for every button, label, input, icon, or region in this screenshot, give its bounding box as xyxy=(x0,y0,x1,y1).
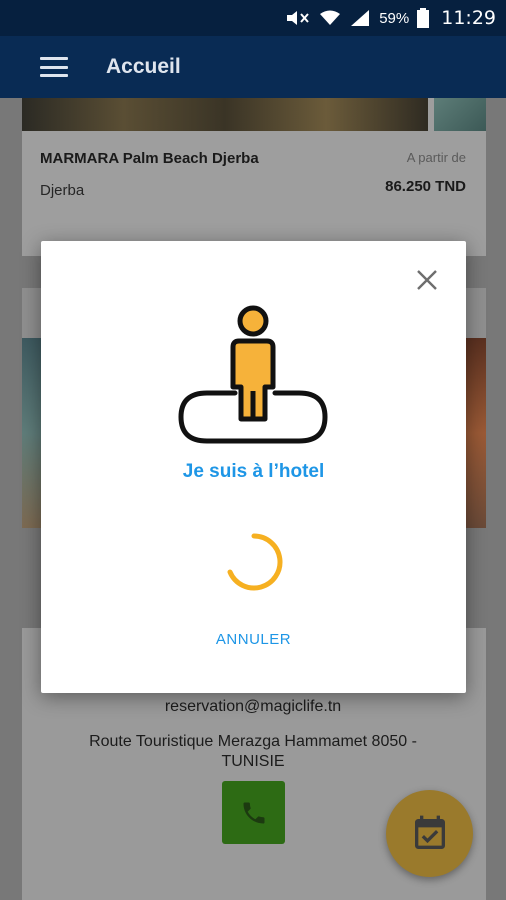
wifi-icon xyxy=(320,10,341,25)
hotel-image-left xyxy=(22,338,42,528)
battery-percent: 59% xyxy=(379,9,410,27)
hotel-city: Djerba xyxy=(40,182,85,199)
hotel-image xyxy=(22,98,428,131)
contact-email[interactable]: reservation@magiclife.tn xyxy=(0,698,506,716)
hotel-checkin-dialog: Je suis à l’hotel ANNULER xyxy=(41,241,466,693)
hotel-name: MARMARA Palm Beach Djerba xyxy=(40,150,259,167)
battery-icon xyxy=(417,8,430,28)
hotel-price: 86.250 TND xyxy=(385,178,466,195)
reservation-fab-button[interactable] xyxy=(386,790,473,877)
person-at-hotel-icon xyxy=(178,305,328,444)
hotel-image-right xyxy=(466,338,486,528)
hamburger-menu-icon[interactable] xyxy=(40,57,68,77)
page-title: Accueil xyxy=(106,55,181,78)
close-icon[interactable] xyxy=(413,266,441,294)
loading-spinner xyxy=(227,533,283,591)
hotel-image-next xyxy=(434,98,486,131)
calendar-check-icon xyxy=(414,815,445,849)
mute-icon xyxy=(287,11,309,25)
app-bar: Accueil xyxy=(0,36,506,98)
phone-icon xyxy=(243,802,264,823)
signal-icon xyxy=(351,10,370,26)
dialog-title: Je suis à l’hotel xyxy=(182,461,325,482)
cancel-button[interactable]: ANNULER xyxy=(41,631,466,648)
hotel-card[interactable]: MARMARA Palm Beach Djerba Djerba A parti… xyxy=(22,98,486,256)
status-bar: 59% 11:29 xyxy=(0,0,506,36)
contact-address: Route Touristique Merazga Hammamet 8050 … xyxy=(89,733,417,770)
call-button[interactable] xyxy=(222,781,285,844)
price-prefix: A partir de xyxy=(406,150,466,165)
clock: 11:29 xyxy=(441,7,496,29)
